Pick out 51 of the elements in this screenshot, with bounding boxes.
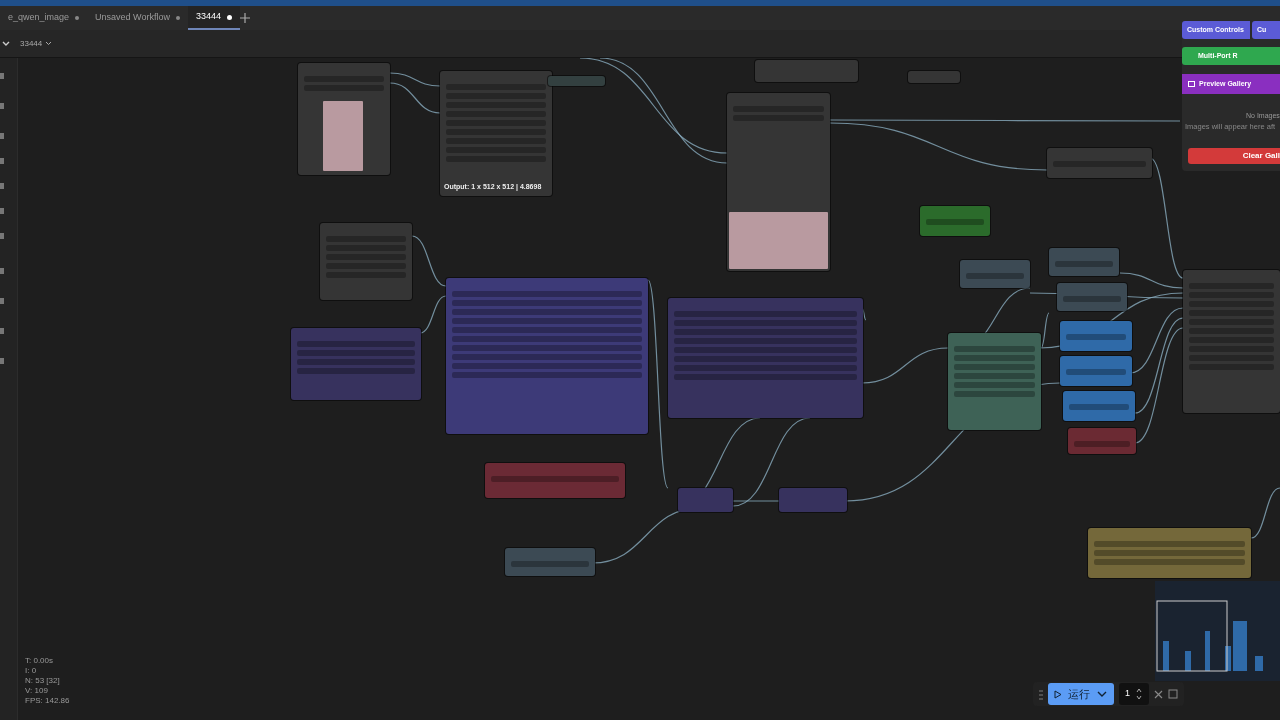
graph-node[interactable] [668, 298, 863, 418]
photo-placeholder [323, 101, 363, 171]
stat-text: I: 0 [25, 666, 38, 676]
graph-node[interactable] [908, 71, 960, 83]
graph-node[interactable] [1049, 248, 1119, 276]
graph-node[interactable] [1063, 391, 1135, 421]
stat-text: FPS: 142.86 [25, 696, 70, 706]
workflow-tab[interactable]: Unsaved Workflow [87, 6, 188, 30]
link-wire [419, 295, 447, 334]
clear-gallery-button[interactable]: Clear Gall [1188, 148, 1280, 164]
graph-node[interactable] [298, 63, 390, 175]
graph-node[interactable] [1068, 428, 1136, 454]
chevron-down-icon[interactable] [2, 40, 10, 47]
gallery-icon [1188, 78, 1195, 90]
batch-count-field[interactable]: 1 [1119, 683, 1149, 705]
link-wire [1250, 487, 1280, 539]
stat-text: N: 53 [32] [25, 676, 61, 686]
workflow-tab[interactable]: 33444 [187, 6, 240, 30]
close-icon[interactable] [1154, 689, 1163, 699]
graph-node[interactable] [1060, 356, 1132, 386]
graph-node[interactable] [291, 328, 421, 400]
minimap[interactable] [1155, 581, 1280, 681]
workflow-tab[interactable]: e_qwen_image [0, 6, 88, 30]
graph-node[interactable] [1060, 321, 1132, 351]
graph-node[interactable] [1183, 270, 1280, 413]
chevron-down-icon [1096, 690, 1108, 698]
graph-node[interactable] [320, 223, 412, 300]
square-icon[interactable] [1168, 689, 1178, 699]
graph-node[interactable] [1088, 528, 1251, 578]
run-button[interactable]: 运行 [1048, 683, 1114, 705]
graph-node[interactable] [779, 488, 847, 512]
chevron-down-icon [45, 41, 53, 46]
graph-node[interactable] [1057, 283, 1127, 311]
graph-node[interactable] [446, 278, 648, 434]
breadcrumb-item[interactable]: 33444 [20, 37, 53, 50]
graph-node[interactable] [485, 463, 625, 498]
graph-node[interactable] [505, 548, 595, 576]
add-tab-icon[interactable] [239, 13, 250, 23]
graph-node[interactable] [727, 93, 830, 271]
stat-text: V: 109 [25, 686, 49, 696]
graph-node[interactable] [548, 76, 605, 86]
graph-node[interactable] [960, 260, 1030, 288]
spinner-arrows-icon [1136, 687, 1142, 701]
play-icon [1054, 689, 1062, 699]
graph-node[interactable] [755, 60, 858, 82]
stat-text: T: 0.00s [25, 656, 54, 666]
graph-node[interactable] [1047, 148, 1152, 178]
link-wire [411, 235, 447, 287]
graph-node[interactable] [920, 206, 990, 236]
graph-node[interactable] [948, 333, 1041, 430]
graph-node[interactable] [678, 488, 733, 512]
